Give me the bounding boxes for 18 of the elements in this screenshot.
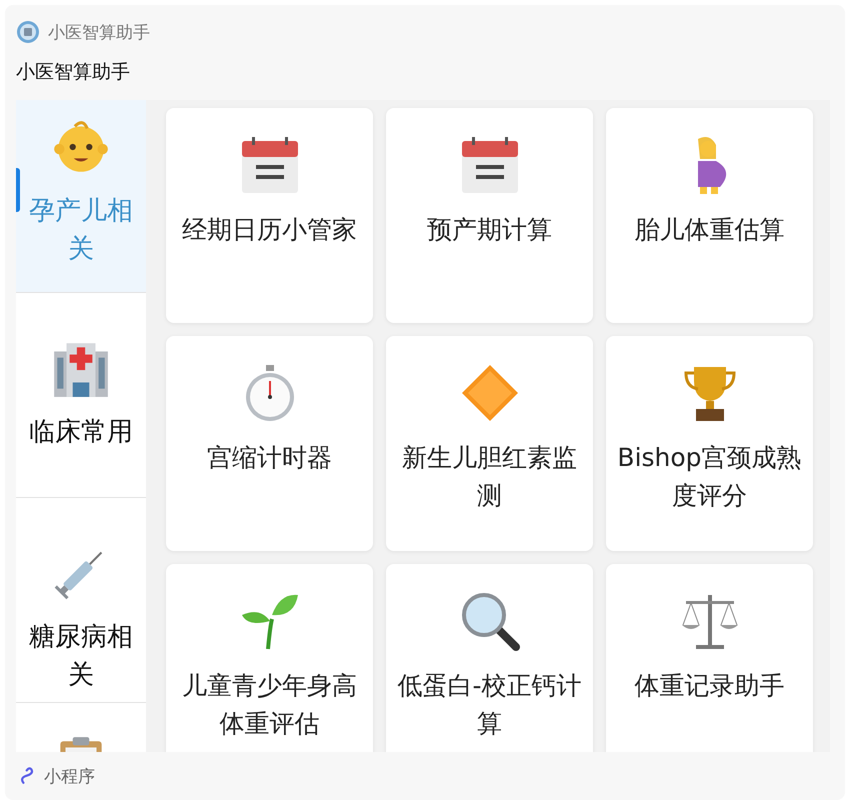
tool-card[interactable]: 体重记录助手 <box>606 564 813 752</box>
tool-card[interactable]: 儿童青少年身高体重评估 <box>166 564 373 752</box>
calendar-icon <box>240 135 300 195</box>
app-name: 小医智算助手 <box>48 22 150 44</box>
tool-card[interactable]: 胎儿体重估算 <box>606 108 813 323</box>
category-tab[interactable]: 临床常用 <box>16 293 146 498</box>
app-logo-icon <box>16 20 40 44</box>
calendar-icon <box>460 135 520 195</box>
tool-card[interactable]: Bishop宫颈成熟度评分 <box>606 336 813 551</box>
tool-card[interactable]: 预产期计算 <box>386 108 593 323</box>
tool-card[interactable]: 低蛋白-校正钙计算 <box>386 564 593 752</box>
tool-card[interactable]: 经期日历小管家 <box>166 108 373 323</box>
mini-program-label: 小程序 <box>44 766 95 788</box>
tool-card[interactable]: 宫缩计时器 <box>166 336 373 551</box>
diamond-icon <box>460 363 520 423</box>
magnifier-icon <box>460 591 520 651</box>
tool-card[interactable]: 新生儿胆红素监测 <box>386 336 593 551</box>
card-title: 小医智算助手 <box>16 60 131 85</box>
